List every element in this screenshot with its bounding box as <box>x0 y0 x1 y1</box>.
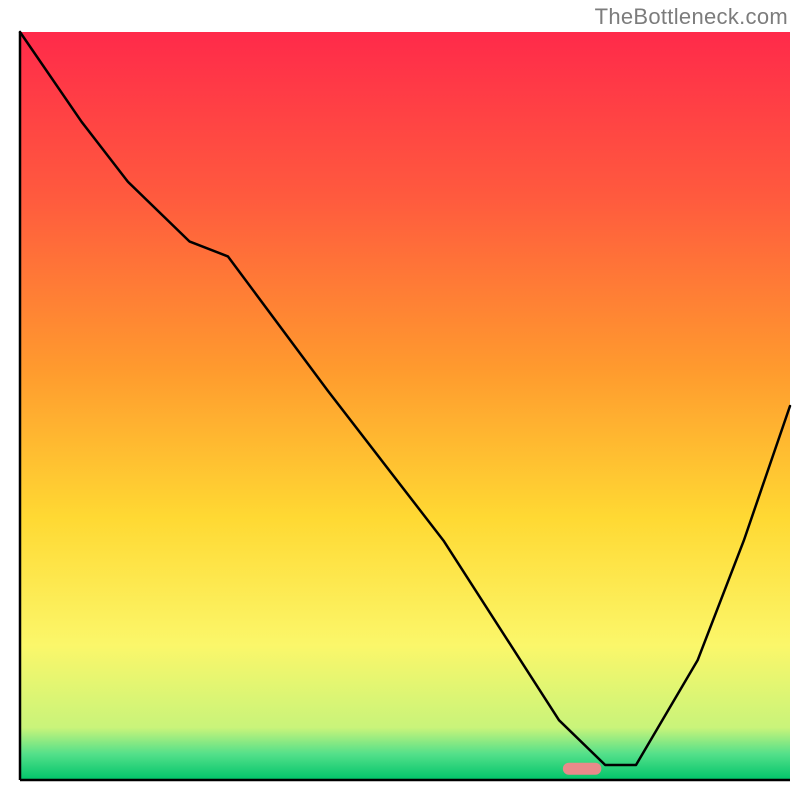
chart-container: { "watermark": "TheBottleneck.com", "cha… <box>0 0 800 800</box>
optimal-marker <box>563 763 602 775</box>
bottleneck-chart <box>0 0 800 800</box>
plot-area <box>20 32 790 780</box>
watermark-text: TheBottleneck.com <box>595 4 788 30</box>
